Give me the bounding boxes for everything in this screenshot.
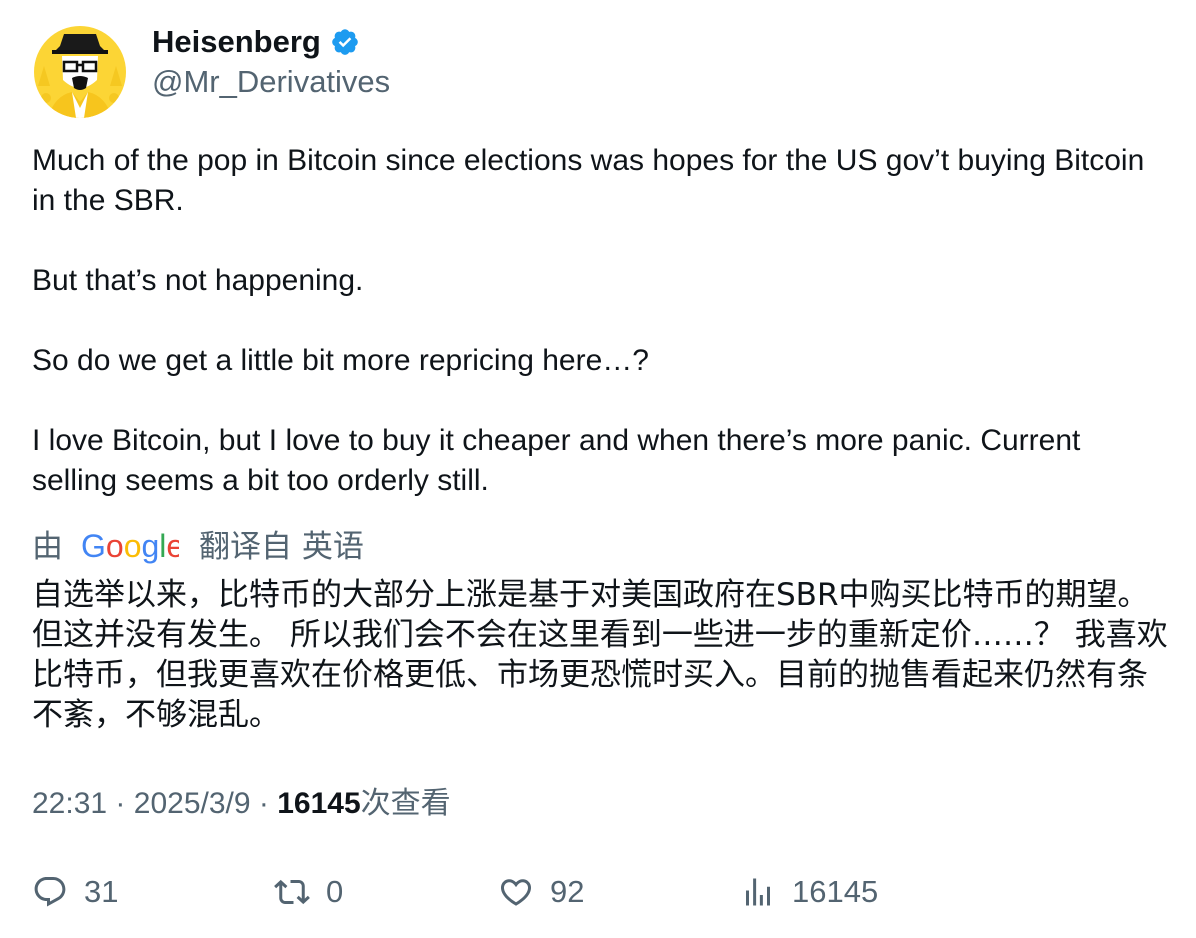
- meta-separator: ·: [115, 787, 126, 820]
- translation-attribution[interactable]: 由 Google 翻译自 英语: [32, 526, 364, 568]
- views-button[interactable]: 16145: [740, 869, 878, 915]
- display-name[interactable]: Heisenberg: [152, 22, 360, 62]
- action-bar: 31 0 92 16145: [32, 869, 1172, 915]
- avatar-image: [34, 26, 126, 118]
- tweet-text: Much of the pop in Bitcoin since electio…: [32, 141, 1172, 501]
- repost-count: 0: [326, 874, 344, 909]
- like-button[interactable]: 92: [498, 869, 584, 915]
- verified-badge-icon[interactable]: [330, 27, 360, 57]
- avatar[interactable]: [34, 26, 126, 118]
- views-count: 16145: [277, 787, 361, 820]
- user-handle[interactable]: @Mr_Derivatives: [152, 62, 390, 102]
- reply-count: 31: [84, 874, 119, 909]
- views-label: 次查看: [360, 786, 451, 821]
- repost-icon: [274, 879, 310, 905]
- tweet-paragraph: But that’s not happening.: [32, 264, 364, 297]
- tweet-meta: 22:31 · 2025/3/9 · 16145次查看: [32, 784, 451, 824]
- translated-from-label: 翻译自 英语: [199, 529, 364, 565]
- views-icon: [746, 878, 770, 906]
- translated-by-label: 由: [32, 529, 63, 565]
- tweet-paragraph: I love Bitcoin, but I love to buy it che…: [32, 424, 1081, 497]
- google-logo: Google: [81, 528, 179, 564]
- tweet-paragraph: Much of the pop in Bitcoin since electio…: [32, 144, 1145, 217]
- tweet-paragraph: So do we get a little bit more repricing…: [32, 344, 649, 377]
- like-icon: [500, 879, 532, 906]
- display-name-text: Heisenberg: [152, 24, 321, 59]
- tweet-date[interactable]: 2025/3/9: [134, 787, 251, 820]
- google-logo-text: Google: [81, 528, 179, 564]
- like-count: 92: [550, 874, 585, 909]
- reply-button[interactable]: 31: [32, 869, 118, 915]
- meta-separator: ·: [258, 787, 269, 820]
- repost-button[interactable]: 0: [274, 869, 343, 915]
- tweet-time[interactable]: 22:31: [32, 787, 107, 820]
- reply-icon: [34, 877, 66, 907]
- translated-text: 自选举以来，比特币的大部分上涨是基于对美国政府在SBR中购买比特币的期望。 但这…: [32, 577, 1168, 733]
- views-action-count: 16145: [792, 874, 879, 909]
